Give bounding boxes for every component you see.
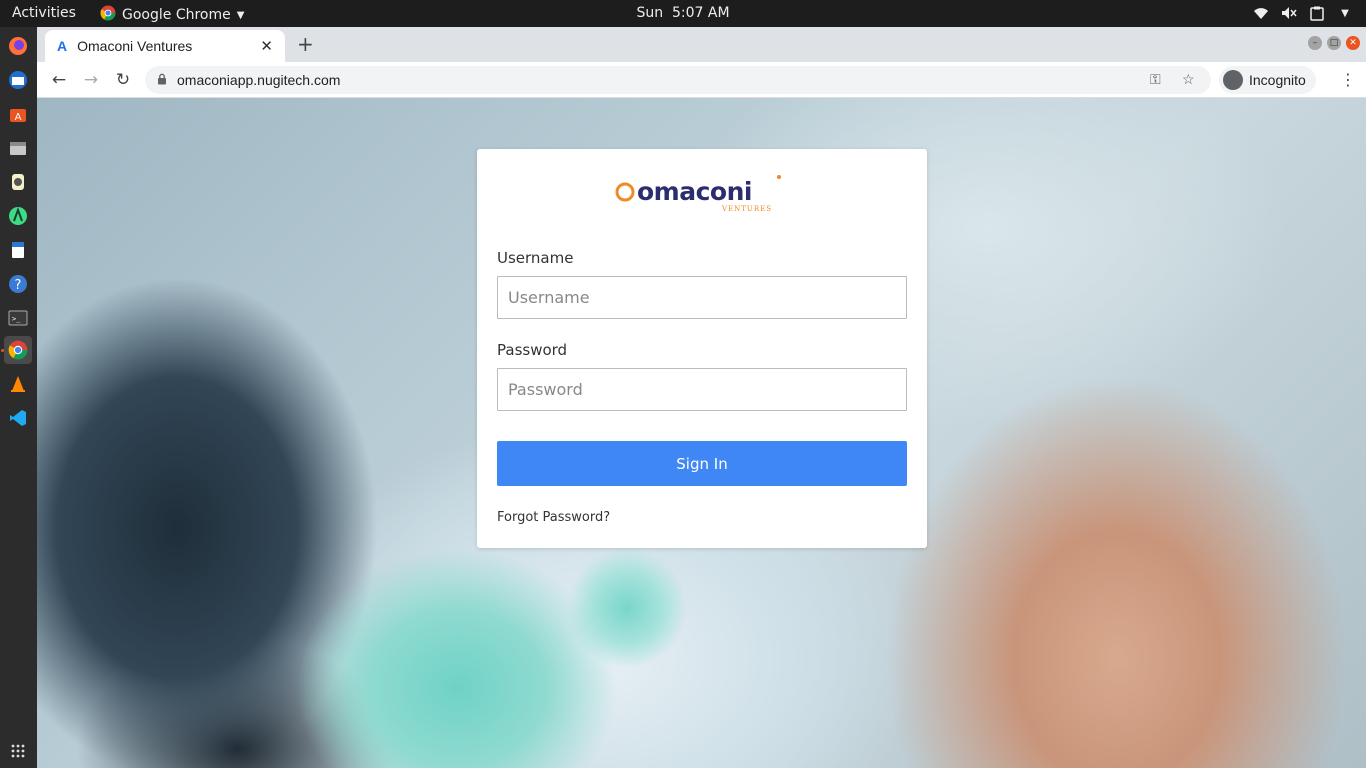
dock-show-apps[interactable]: [4, 737, 32, 765]
window-controls: – □ ✕: [1308, 36, 1360, 50]
back-button[interactable]: ←: [47, 68, 71, 92]
app-grid-icon: [11, 744, 25, 758]
new-tab-button[interactable]: +: [297, 32, 314, 56]
forward-button[interactable]: →: [79, 68, 103, 92]
dock-media[interactable]: [4, 168, 32, 196]
dock-android-studio[interactable]: [4, 202, 32, 230]
logo-wordmark: omaconi: [637, 177, 752, 206]
login-card: omaconi VENTURES Username Password Sign …: [477, 149, 927, 548]
chrome-icon: [8, 340, 28, 360]
incognito-icon: [1223, 70, 1243, 90]
help-icon: ?: [9, 275, 27, 293]
minimize-button[interactable]: –: [1308, 36, 1322, 50]
system-tray[interactable]: ▼: [1252, 4, 1354, 22]
omaconi-logo: omaconi VENTURES: [615, 175, 781, 213]
dock-help[interactable]: ?: [4, 270, 32, 298]
password-input[interactable]: [497, 368, 907, 411]
dock-firefox[interactable]: [4, 32, 32, 60]
reload-button[interactable]: ↻: [111, 68, 135, 92]
android-studio-icon: [9, 207, 27, 225]
clock-day: Sun: [636, 5, 664, 21]
document-viewer-icon: [12, 242, 24, 258]
arrow-left-icon: ←: [51, 70, 67, 90]
activities-button[interactable]: Activities: [12, 5, 76, 21]
page-background: omaconi VENTURES Username Password Sign …: [37, 98, 1366, 768]
app-menu-label: Google Chrome: [122, 7, 231, 23]
clipboard-icon: [1308, 4, 1326, 22]
svg-text:A: A: [15, 112, 22, 123]
username-input[interactable]: [497, 276, 907, 319]
system-top-bar: Activities Google Chrome ▼ Sun 5:07 AM ▼: [0, 0, 1366, 27]
terminal-icon: >_: [8, 310, 28, 326]
app-menu[interactable]: Google Chrome ▼: [100, 5, 244, 25]
software-center-icon: A: [10, 109, 26, 123]
dock-software-center[interactable]: A: [4, 100, 32, 128]
dock-terminal[interactable]: >_: [4, 304, 32, 332]
vscode-icon: [10, 410, 26, 426]
lock-icon: [157, 72, 167, 88]
firefox-icon: [9, 37, 27, 55]
key-icon[interactable]: ⚿: [1150, 71, 1161, 88]
incognito-indicator[interactable]: Incognito: [1219, 66, 1316, 94]
dock-document-viewer[interactable]: [4, 236, 32, 264]
username-label: Username: [497, 249, 574, 267]
clock-time: 5:07 AM: [672, 5, 730, 21]
forgot-password-link[interactable]: Forgot Password?: [497, 510, 610, 525]
browser-tab[interactable]: A Omaconi Ventures ✕: [45, 30, 285, 62]
incognito-label: Incognito: [1249, 72, 1306, 88]
browser-toolbar: ← → ↻ omaconiapp.nugitech.com ⚿ ☆ Incogn…: [37, 62, 1366, 98]
wifi-icon: [1252, 4, 1270, 22]
close-tab-icon[interactable]: ✕: [260, 37, 273, 55]
chrome-icon: [100, 5, 116, 25]
password-label: Password: [497, 341, 568, 359]
tab-favicon: A: [57, 38, 68, 54]
vlc-icon: [11, 376, 25, 392]
tab-title: Omaconi Ventures: [77, 38, 193, 54]
files-icon: [10, 142, 26, 155]
svg-text:>_: >_: [12, 315, 21, 323]
media-icon: [12, 174, 24, 190]
dock-vlc[interactable]: [4, 370, 32, 398]
dock-vscode[interactable]: [4, 404, 32, 432]
dock-chrome[interactable]: [4, 336, 32, 364]
volume-muted-icon: [1280, 4, 1298, 22]
chevron-down-icon: ▼: [236, 9, 245, 21]
dock-thunderbird[interactable]: [4, 66, 32, 94]
power-menu-chevron-icon: ▼: [1341, 7, 1349, 19]
clock-button[interactable]: Sun 5:07 AM: [636, 5, 729, 21]
address-bar[interactable]: omaconiapp.nugitech.com ⚿ ☆: [145, 66, 1211, 94]
close-window-button[interactable]: ✕: [1346, 36, 1360, 50]
maximize-button[interactable]: □: [1327, 36, 1341, 50]
more-options-icon[interactable]: ⋮: [1340, 70, 1356, 89]
bookmark-star-icon[interactable]: ☆: [1182, 71, 1195, 88]
thunderbird-icon: [9, 71, 27, 89]
reload-icon: ↻: [115, 70, 131, 90]
logo-subtitle: VENTURES: [721, 205, 772, 213]
dock-files[interactable]: [4, 134, 32, 162]
svg-text:?: ?: [15, 278, 22, 293]
sign-in-button[interactable]: Sign In: [497, 441, 907, 486]
url-text: omaconiapp.nugitech.com: [177, 72, 341, 88]
browser-tab-strip: A Omaconi Ventures ✕ + – □ ✕: [37, 27, 1366, 62]
ubuntu-dock: A ? >_: [0, 27, 37, 768]
arrow-right-icon: →: [83, 70, 99, 90]
